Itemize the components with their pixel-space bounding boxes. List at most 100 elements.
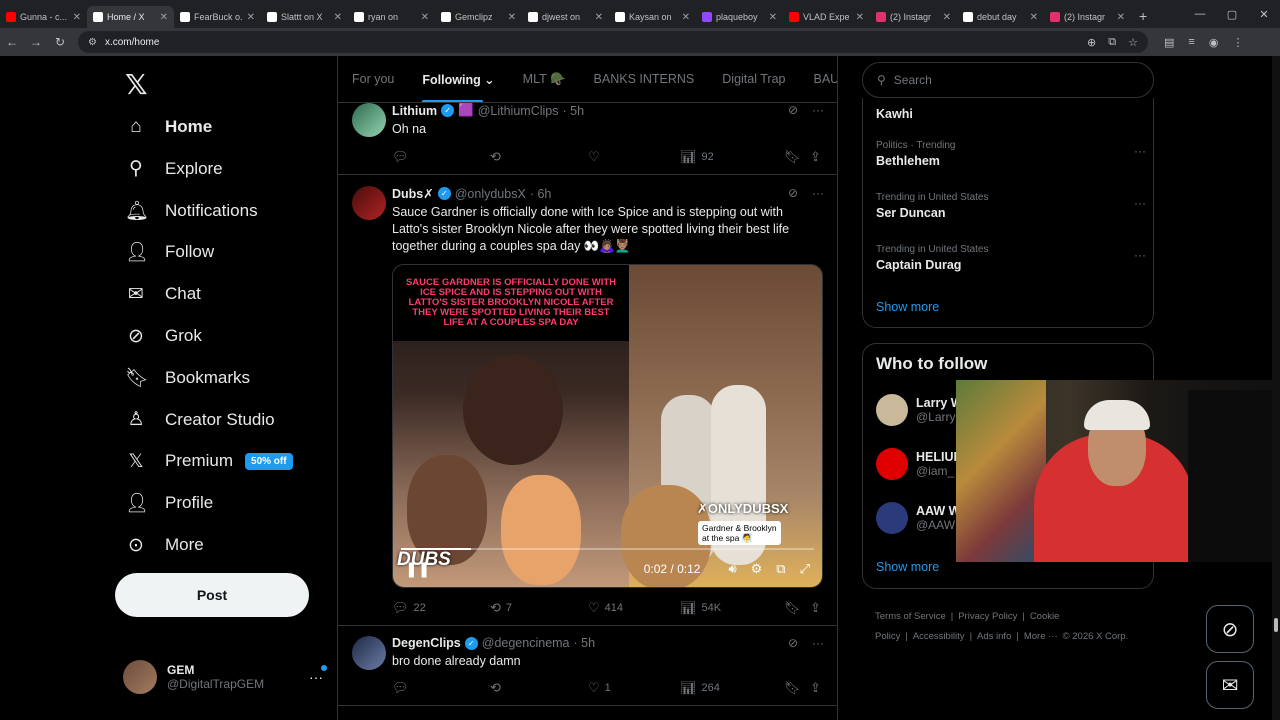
more-options-icon[interactable]: ··· [812, 636, 824, 650]
more-options-icon[interactable]: ··· [1134, 248, 1146, 262]
grok-icon[interactable]: ⊘ [788, 636, 798, 650]
menu-icon[interactable]: ⋮ [1232, 36, 1243, 49]
browser-tab[interactable]: djwest on ✕ [522, 6, 609, 28]
browser-tab[interactable]: (2) Instagr ✕ [870, 6, 957, 28]
repost-button[interactable]: ⟲ 7 [490, 600, 588, 616]
trend-item[interactable]: Politics · Trending Bethlehem ··· [876, 140, 1146, 168]
tweet-author-name[interactable]: Lithium [392, 104, 437, 118]
browser-tab[interactable]: debut day ✕ [957, 6, 1044, 28]
tab-following[interactable]: Following ⌄ [408, 56, 508, 102]
browser-tab[interactable]: FearBuck o... ✕ [174, 6, 261, 28]
x-logo-icon[interactable]: 𝕏 [125, 68, 148, 101]
more-dots-icon[interactable]: ··· [309, 665, 327, 685]
views-button[interactable]: 📊︎ 92 [680, 149, 784, 165]
pip-icon[interactable]: ⧉ [776, 561, 785, 577]
tweet-time[interactable]: · 6h [530, 187, 552, 201]
views-button[interactable]: 📊︎ 264 [680, 680, 784, 696]
reply-button[interactable]: 💬︎ 22 [392, 600, 490, 616]
sidebar-item-more[interactable]: ⊙ More [125, 527, 204, 563]
browser-tab[interactable]: (2) Instagr ✕ [1044, 6, 1131, 28]
sidebar-item-grok[interactable]: ⊘ Grok [125, 318, 202, 354]
tab-bau[interactable]: BAU [800, 56, 838, 102]
more-options-icon[interactable]: ··· [812, 186, 824, 200]
repost-button[interactable]: ⟲ [490, 680, 588, 696]
search-input[interactable]: ⚲ Search [862, 62, 1154, 98]
settings-icon[interactable]: ⚙ [751, 561, 763, 577]
close-tab-icon[interactable]: ✕ [160, 12, 168, 23]
minimize-icon[interactable]: — [1184, 0, 1216, 28]
close-tab-icon[interactable]: ✕ [1030, 12, 1038, 23]
sidebar-item-chat[interactable]: ✉ Chat [125, 276, 201, 312]
follow-suggestion[interactable]: AAW W @AAW [876, 502, 960, 534]
share-button[interactable]: ⇪ [810, 149, 821, 165]
browser-tab[interactable]: Kaysan on ✕ [609, 6, 696, 28]
sidebar-item-premium[interactable]: 𝕏 Premium 50% off [125, 443, 293, 479]
forward-icon[interactable]: → [24, 35, 48, 49]
tweet-author-name[interactable]: Dubs✗ [392, 186, 434, 201]
post-button[interactable]: Post [115, 573, 309, 617]
messages-float-button[interactable]: ✉ [1206, 661, 1254, 709]
show-more-link[interactable]: Show more [876, 560, 939, 574]
tweet-author-name[interactable]: DegenClips [392, 636, 461, 650]
close-tab-icon[interactable]: ✕ [421, 12, 429, 23]
browser-tab[interactable]: plaqueboy ✕ [696, 6, 783, 28]
close-tab-icon[interactable]: ✕ [1117, 12, 1125, 23]
extensions-icon[interactable]: ≡ [1188, 36, 1194, 49]
follow-suggestion[interactable]: Larry W @Larry [876, 394, 963, 426]
views-button[interactable]: 📊︎ 54K [680, 600, 784, 616]
profile-icon[interactable]: ◉ [1209, 36, 1219, 49]
share-button[interactable]: ⇪ [810, 680, 821, 696]
reply-button[interactable]: 💬︎ [392, 680, 490, 696]
browser-tab[interactable]: Gunna - c... ✕ [0, 6, 87, 28]
bookmark-button[interactable]: 🔖︎ [784, 680, 810, 696]
browser-tab[interactable]: VLAD Expe ✕ [783, 6, 870, 28]
avatar[interactable] [352, 636, 386, 670]
browser-tab[interactable]: Gemclipz ✕ [435, 6, 522, 28]
video-progress-bar[interactable] [401, 548, 814, 550]
repost-button[interactable]: ⟲ [490, 149, 588, 165]
reply-button[interactable]: 💬︎ [392, 149, 490, 165]
like-button[interactable]: ♡ 414 [588, 600, 680, 616]
sidebar-item-bookmarks[interactable]: 🔖︎ Bookmarks [125, 360, 250, 396]
close-tab-icon[interactable]: ✕ [943, 12, 951, 23]
zoom-icon[interactable]: ⊕ [1087, 36, 1096, 49]
avatar[interactable] [352, 186, 386, 220]
video-player[interactable]: SAUCE GARDNER IS OFFICIALLY DONE WITH IC… [392, 264, 823, 588]
tab-mlt[interactable]: MLT 🪖 [509, 56, 580, 102]
trend-item[interactable]: Trending in United States Captain Durag … [876, 244, 1146, 272]
close-tab-icon[interactable]: ✕ [856, 12, 864, 23]
bookmark-button[interactable]: 🔖︎ [784, 600, 810, 616]
browser-tab[interactable]: Home / X ✕ [87, 6, 174, 28]
share-button[interactable]: ⇪ [810, 600, 821, 616]
footer-link[interactable]: © 2026 X Corp. [1063, 631, 1129, 642]
browser-tab[interactable]: Slattt on X ✕ [261, 6, 348, 28]
trend-item[interactable]: Kawhi [876, 104, 1146, 121]
close-tab-icon[interactable]: ✕ [334, 12, 342, 23]
bookmark-button[interactable]: 🔖︎ [784, 149, 810, 165]
close-tab-icon[interactable]: ✕ [595, 12, 603, 23]
close-tab-icon[interactable]: ✕ [508, 12, 516, 23]
grok-icon[interactable]: ⊘ [788, 103, 798, 117]
footer-link[interactable]: Ads info [977, 631, 1011, 642]
grok-icon[interactable]: ⊘ [788, 186, 798, 200]
bookmark-star-icon[interactable]: ☆ [1128, 36, 1138, 49]
browser-tab[interactable]: ryan on ✕ [348, 6, 435, 28]
sidebar-item-creator-studio[interactable]: ♙ Creator Studio [125, 402, 274, 438]
tweet[interactable]: DegenClips ✓ @degencinema · 5h ⊘ ··· bro… [338, 626, 837, 706]
footer-link[interactable]: Accessibility [913, 631, 965, 642]
site-info-icon[interactable]: ⚙ [88, 37, 97, 48]
more-options-icon[interactable]: ··· [1134, 144, 1146, 158]
sidebar-item-home[interactable]: ⌂ Home [125, 109, 212, 145]
tab-digital-trap[interactable]: Digital Trap [708, 56, 799, 102]
tweet[interactable]: Dubs✗ ✓ @onlydubsX · 6h ⊘ ··· Sauce Gard… [338, 176, 837, 626]
new-tab-icon[interactable]: + [1131, 8, 1155, 24]
sidebar-item-notifications[interactable]: 🔔︎ Notifications [125, 193, 258, 229]
trend-item[interactable]: Trending in United States Ser Duncan ··· [876, 192, 1146, 220]
like-button[interactable]: ♡ 1 [588, 680, 680, 696]
more-options-icon[interactable]: ··· [812, 103, 824, 117]
sidebar-item-profile[interactable]: 👤︎ Profile [125, 485, 213, 521]
account-switcher[interactable]: GEM @DigitalTrapGEM ··· [123, 660, 327, 694]
more-options-icon[interactable]: ··· [1134, 196, 1146, 210]
sidebar-item-explore[interactable]: ⚲ Explore [125, 151, 223, 187]
volume-icon[interactable]: 🔊︎ [728, 561, 736, 577]
